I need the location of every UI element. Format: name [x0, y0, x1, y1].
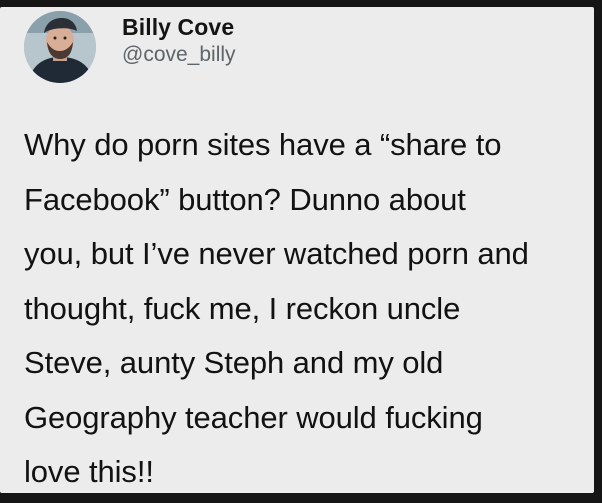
author-info: Billy Cove @cove_billy: [122, 11, 236, 70]
avatar[interactable]: [24, 11, 96, 83]
author-handle[interactable]: @cove_billy: [122, 40, 236, 70]
tweet-card: Billy Cove @cove_billy Why do porn sites…: [0, 7, 594, 493]
author-display-name[interactable]: Billy Cove: [122, 14, 236, 40]
profile-photo-icon: [24, 11, 96, 83]
tweet-text: Why do porn sites have a “share to Faceb…: [24, 127, 529, 489]
tweet-header: Billy Cove @cove_billy: [24, 11, 236, 91]
